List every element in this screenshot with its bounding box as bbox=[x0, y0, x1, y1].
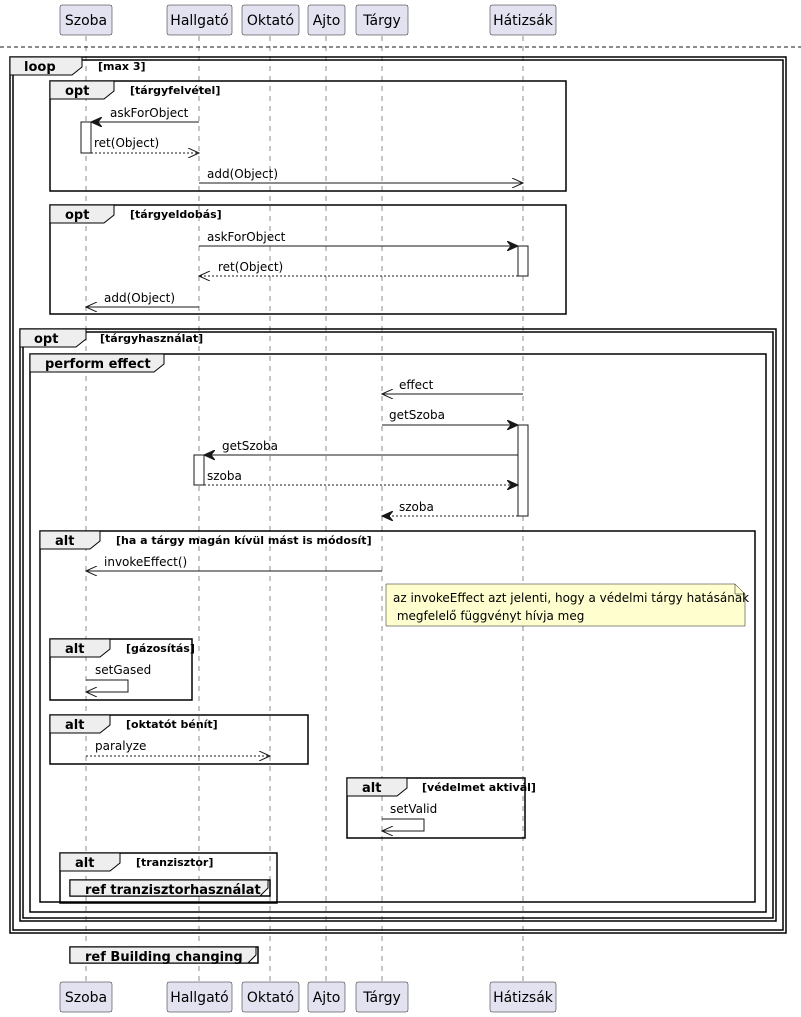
participant-targy[interactable]: Tárgy bbox=[355, 4, 409, 36]
message-askforobject[interactable]: askForObject bbox=[199, 230, 518, 246]
note-invokeeffect: az invokeEffect azt jelenti, hogy a véde… bbox=[385, 583, 749, 627]
frame-alt-keyword: alt bbox=[65, 718, 84, 733]
svg-text:Hallgató: Hallgató bbox=[170, 13, 228, 29]
message-add-object[interactable]: add(Object) bbox=[86, 291, 199, 307]
svg-text:paralyze: paralyze bbox=[95, 739, 146, 753]
frame-opt-keyword: opt bbox=[65, 208, 89, 223]
activation-szoba bbox=[80, 121, 92, 154]
participant-hallgato-bottom[interactable]: Hallgató bbox=[166, 981, 233, 1013]
frame-alt-keyword: alt bbox=[55, 534, 74, 549]
message-szoba[interactable]: szoba bbox=[204, 469, 518, 485]
svg-text:szoba: szoba bbox=[399, 500, 434, 514]
frame-alt-keyword: alt bbox=[65, 642, 84, 657]
svg-text:Ajto: Ajto bbox=[313, 13, 341, 29]
message-askforobject[interactable]: askForObject bbox=[91, 106, 199, 122]
message-ret-object[interactable]: ret(Object) bbox=[199, 260, 518, 276]
note-line-1: az invokeEffect azt jelenti, hogy a véde… bbox=[393, 591, 749, 605]
svg-text:add(Object): add(Object) bbox=[104, 291, 175, 305]
svg-text:Szoba: Szoba bbox=[65, 13, 107, 29]
message-paralyze[interactable]: paralyze bbox=[86, 739, 270, 756]
activation-hallgato bbox=[193, 454, 205, 486]
participant-szoba[interactable]: Szoba bbox=[59, 4, 113, 36]
svg-text:szoba: szoba bbox=[207, 469, 242, 483]
svg-text:add(Object): add(Object) bbox=[207, 167, 278, 181]
svg-text:getSzoba: getSzoba bbox=[389, 408, 445, 422]
svg-text:Hátizsák: Hátizsák bbox=[493, 990, 554, 1006]
svg-text:ret(Object): ret(Object) bbox=[94, 136, 159, 150]
activations bbox=[80, 121, 529, 517]
activation-hatizsak bbox=[517, 424, 529, 517]
message-effect[interactable]: effect bbox=[382, 378, 523, 394]
svg-text:Szoba: Szoba bbox=[65, 990, 107, 1006]
participant-ajto[interactable]: Ajto bbox=[307, 4, 346, 36]
frame-alt-keyword: alt bbox=[75, 856, 94, 871]
svg-text:setGased: setGased bbox=[95, 663, 151, 677]
lifelines bbox=[85, 36, 524, 982]
sequence-diagram: Szoba Hallgató Oktató Ajto Tárgy Hátizsá… bbox=[0, 4, 801, 1013]
frame-alt-condition: [oktatót bénít] bbox=[126, 718, 218, 731]
frame-alt-condition: [tranzisztor] bbox=[136, 856, 213, 869]
message-setgased[interactable]: setGased bbox=[86, 663, 151, 692]
svg-text:ref Building changing: ref Building changing bbox=[85, 950, 243, 965]
ref-tranzisztorhasznalat[interactable]: ref tranzisztorhasználat bbox=[69, 879, 271, 898]
message-getszoba[interactable]: getSzoba bbox=[204, 439, 518, 455]
svg-text:getSzoba: getSzoba bbox=[222, 439, 278, 453]
svg-text:askForObject: askForObject bbox=[207, 230, 286, 244]
frame-alt-condition: [védelmet aktivál] bbox=[422, 781, 536, 794]
participants-bottom: Szoba Hallgató Oktató Ajto Tárgy Hátizsá… bbox=[59, 981, 557, 1013]
participant-hatizsak[interactable]: Hátizsák bbox=[489, 4, 557, 36]
svg-text:askForObject: askForObject bbox=[110, 106, 189, 120]
frame-alt-keyword: alt bbox=[362, 781, 381, 796]
ref-building-changing[interactable]: ref Building changing bbox=[69, 946, 259, 965]
activation-hatizsak bbox=[517, 245, 529, 277]
message-ret-object[interactable]: ret(Object) bbox=[91, 136, 199, 153]
frame-opt-keyword: opt bbox=[65, 84, 89, 99]
frame-alt-condition: [ha a tárgy magán kívül mást is módosít] bbox=[116, 534, 372, 547]
participant-oktato-bottom[interactable]: Oktató bbox=[241, 981, 300, 1013]
participant-szoba-bottom[interactable]: Szoba bbox=[59, 981, 113, 1013]
svg-text:setValid: setValid bbox=[390, 802, 437, 816]
frame-opt-condition: [tárgyeldobás] bbox=[130, 208, 222, 221]
svg-text:Oktató: Oktató bbox=[247, 990, 294, 1006]
participant-targy-bottom[interactable]: Tárgy bbox=[355, 981, 409, 1013]
frame-loop-keyword: loop bbox=[24, 60, 56, 75]
frame-group-keyword: perform effect bbox=[45, 357, 151, 372]
message-add-object[interactable]: add(Object) bbox=[199, 167, 523, 183]
svg-text:Oktató: Oktató bbox=[247, 13, 294, 29]
participant-ajto-bottom[interactable]: Ajto bbox=[307, 981, 346, 1013]
message-setvalid[interactable]: setValid bbox=[382, 802, 437, 831]
svg-text:Tárgy: Tárgy bbox=[362, 13, 401, 29]
frame-opt-keyword: opt bbox=[34, 332, 58, 347]
svg-text:invokeEffect(): invokeEffect() bbox=[104, 555, 187, 569]
svg-text:Hátizsák: Hátizsák bbox=[493, 13, 554, 29]
svg-text:Hallgató: Hallgató bbox=[170, 990, 228, 1006]
frame-opt-condition: [tárgyhasználat] bbox=[100, 332, 203, 345]
frame-loop-condition: [max 3] bbox=[98, 60, 146, 73]
message-invokeeffect[interactable]: invokeEffect() bbox=[86, 555, 382, 571]
frame-alt-vedelmet-aktival: alt [védelmet aktivál] bbox=[346, 777, 536, 839]
frame-alt-oktatot-benit: alt [oktatót bénít] bbox=[49, 714, 309, 765]
svg-text:ret(Object): ret(Object) bbox=[218, 260, 283, 274]
svg-text:Ajto: Ajto bbox=[313, 990, 341, 1006]
frame-opt-condition: [tárgyfelvétel] bbox=[130, 84, 220, 97]
svg-text:effect: effect bbox=[399, 378, 434, 392]
frame-alt-condition: [gázosítás] bbox=[126, 642, 195, 655]
participant-oktato[interactable]: Oktató bbox=[241, 4, 300, 36]
participants-top: Szoba Hallgató Oktató Ajto Tárgy Hátizsá… bbox=[59, 4, 557, 36]
participant-hatizsak-bottom[interactable]: Hátizsák bbox=[489, 981, 557, 1013]
message-szoba[interactable]: szoba bbox=[382, 500, 518, 516]
note-line-2: megfelelő függvényt hívja meg bbox=[393, 609, 584, 623]
participant-hallgato[interactable]: Hallgató bbox=[166, 4, 233, 36]
svg-text:Tárgy: Tárgy bbox=[362, 990, 401, 1006]
frame-perform-effect: perform effect bbox=[29, 353, 767, 913]
svg-text:ref tranzisztorhasználat: ref tranzisztorhasználat bbox=[85, 883, 261, 898]
message-getszoba[interactable]: getSzoba bbox=[382, 408, 518, 425]
